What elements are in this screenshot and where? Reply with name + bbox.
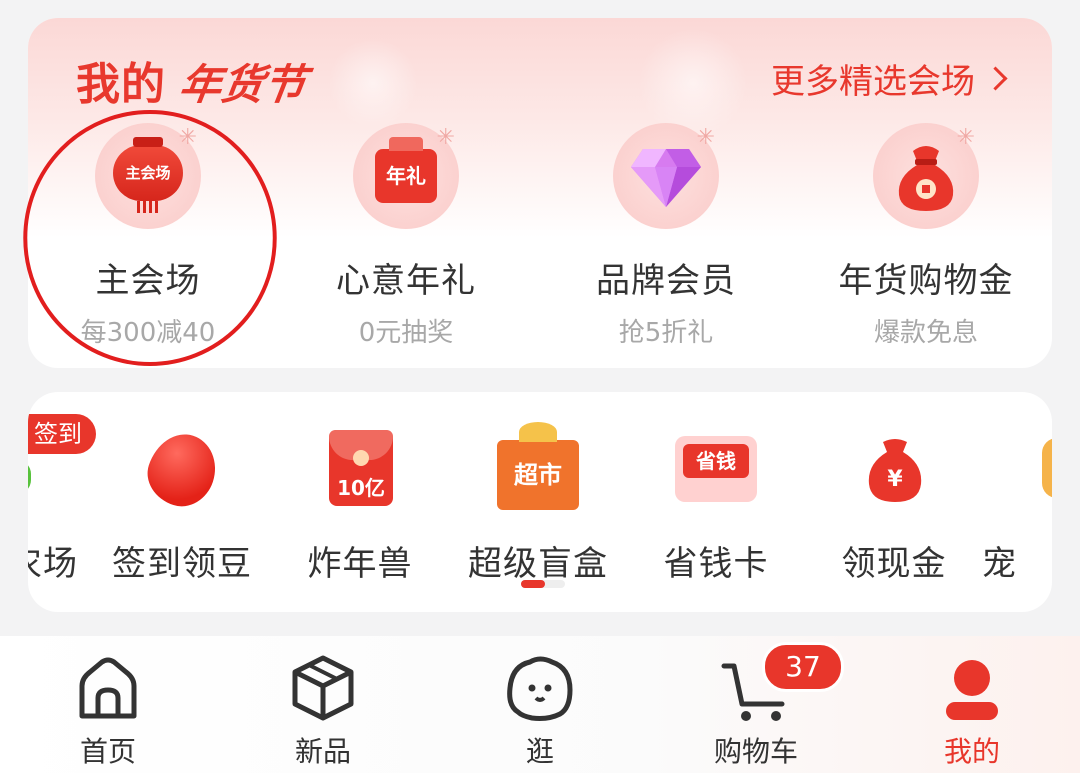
feature-label: 签到领豆	[112, 544, 252, 584]
gift-box-icon-text: 年礼	[375, 137, 437, 203]
venue-name: 品牌会员	[596, 261, 736, 301]
pet-icon	[982, 430, 1052, 510]
diamond-icon: ✳	[613, 123, 719, 229]
cart-icon: 37	[720, 642, 844, 724]
cube-icon	[287, 652, 359, 724]
venue-brand-member[interactable]: ✳ 品牌会员 抢5折礼	[546, 123, 786, 349]
venue-subtitle: 爆款免息	[873, 318, 978, 348]
venue-name: 年货购物金	[838, 261, 1014, 301]
cash-bag-icon: ¥	[851, 430, 937, 510]
gift-box-icon: 年礼 ✳	[353, 123, 459, 229]
more-venues-label: 更多精选会场	[771, 62, 975, 102]
venue-subtitle: 0元抽奖	[358, 318, 454, 348]
venue-subtitle: 抢5折礼	[618, 318, 714, 348]
supermarket-label: 超市	[497, 422, 579, 510]
diamond-shape	[631, 149, 701, 207]
tab-label: 购物车	[713, 735, 798, 768]
savings-card-label: 省钱	[683, 444, 749, 478]
profile-icon	[936, 652, 1008, 724]
tab-label: 首页	[79, 735, 136, 768]
sparkle-icon: ✳	[956, 125, 975, 150]
farm-icon	[28, 430, 31, 510]
section-title-main: 我的	[76, 59, 166, 110]
feature-label: 炸年兽	[307, 544, 413, 584]
cart-count-badge: 37	[762, 642, 844, 692]
feature-savings-card[interactable]: 省钱 省钱卡	[626, 430, 806, 585]
carousel-pager	[521, 580, 565, 588]
home-icon	[72, 652, 144, 724]
feature-pet[interactable]: 宠	[982, 430, 1052, 585]
tab-label: 逛	[525, 735, 554, 768]
sparkle-icon: ✳	[696, 125, 715, 150]
section-title: 我的 年货节	[76, 48, 309, 118]
feature-label: 农场	[28, 544, 78, 584]
feature-check-in-beans[interactable]: 签到领豆	[92, 425, 272, 585]
pager-active-dot	[521, 580, 545, 588]
browse-face-icon	[504, 652, 576, 724]
red-envelope-icon: 10亿	[317, 430, 403, 510]
venue-name: 心意年礼	[336, 261, 476, 301]
chevron-right-icon	[983, 66, 1008, 91]
money-bag-shape	[898, 146, 954, 211]
tab-cart[interactable]: 37 购物车	[686, 642, 844, 770]
cash-bag-shape: ¥	[868, 439, 922, 502]
section-title-festival: 年货节	[176, 60, 310, 109]
tab-mine[interactable]: 我的	[902, 652, 1042, 770]
envelope-amount: 10亿	[337, 476, 385, 500]
feature-farm[interactable]: 农场	[28, 430, 78, 585]
venue-shopping-credit[interactable]: ✳ 年货购物金 爆款免息	[806, 123, 1046, 349]
highlight-circle	[23, 110, 277, 366]
feature-shortcuts-card: 签到 农场 签到领豆 10亿 炸年兽 超市 超级盲盒 省钱 省钱卡	[28, 392, 1052, 612]
savings-card-icon: 省钱	[673, 430, 759, 510]
feature-label: 省钱卡	[663, 544, 769, 584]
feature-nian-beast[interactable]: 10亿 炸年兽	[270, 430, 450, 585]
tab-new[interactable]: 新品	[253, 652, 393, 770]
money-bag-icon: ✳	[873, 123, 979, 229]
feature-blind-box[interactable]: 超市 超级盲盒	[448, 422, 628, 585]
feature-label: 宠	[982, 544, 1017, 584]
tab-home[interactable]: 首页	[38, 652, 178, 770]
venue-gifts[interactable]: 年礼 ✳ 心意年礼 0元抽奖	[286, 123, 526, 349]
tab-label: 我的	[943, 735, 1000, 768]
bean-icon	[139, 425, 225, 515]
tab-browse[interactable]: 逛	[470, 652, 610, 770]
cash-symbol: ¥	[887, 467, 903, 492]
feature-cash[interactable]: ¥ 领现金	[804, 430, 984, 585]
sparkle-icon: ✳	[436, 125, 455, 150]
bottom-tab-bar: 首页 新品 逛 37 购物车 我的	[0, 636, 1080, 773]
tab-label: 新品	[294, 735, 351, 768]
firework-decoration	[328, 38, 418, 128]
firework-decoration	[638, 28, 748, 138]
more-venues-link[interactable]: 更多精选会场	[771, 54, 1008, 103]
supermarket-gift-icon: 超市	[495, 422, 581, 510]
feature-label: 超级盲盒	[468, 544, 608, 584]
feature-label: 领现金	[841, 544, 947, 584]
